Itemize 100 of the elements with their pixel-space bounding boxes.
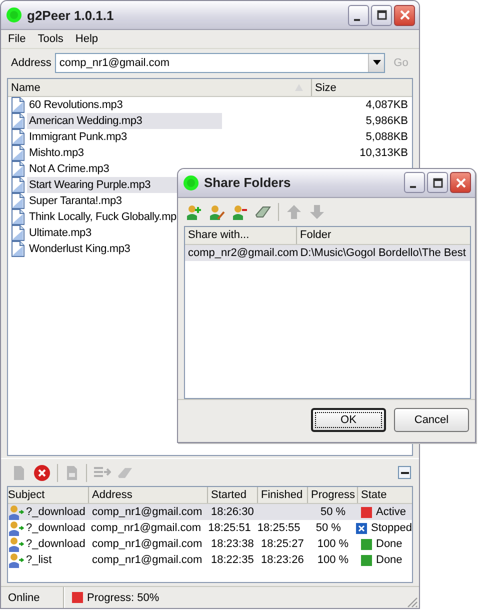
- file-name[interactable]: Immigrant Punk.mp3: [27, 129, 129, 145]
- dropdown-button[interactable]: [368, 54, 384, 72]
- user-arrow-icon: [8, 520, 24, 536]
- close-icon: [400, 10, 410, 20]
- file-icon: [11, 129, 25, 145]
- minimize-button[interactable]: [348, 4, 369, 26]
- user-arrow-icon: [8, 504, 24, 520]
- column-header[interactable]: Share with...: [185, 227, 297, 244]
- table-cell: 50 %: [320, 506, 346, 518]
- table-cell: ?_list: [26, 554, 52, 566]
- table-cell: comp_nr1@gmail.com: [92, 554, 202, 566]
- table-cell: Active: [376, 506, 406, 518]
- column-header[interactable]: Subject: [8, 487, 89, 503]
- minus-icon: [400, 472, 408, 474]
- minimize-button[interactable]: [404, 172, 425, 194]
- maximize-button[interactable]: [427, 172, 448, 194]
- column-header[interactable]: State: [358, 487, 412, 503]
- table-cell: comp_nr1@gmail.com: [90, 522, 202, 534]
- transfer-row[interactable]: ?_download comp_nr1@gmail.com 18:26:30 50 % Active: [8, 504, 412, 520]
- close-icon: [456, 178, 466, 188]
- table-cell: 50 %: [316, 522, 341, 534]
- table-cell: 18:25:51: [208, 522, 251, 534]
- column-header[interactable]: Started: [208, 487, 258, 503]
- file-size: 5,986KB: [366, 115, 409, 127]
- ok-button[interactable]: OK: [311, 408, 386, 432]
- table-cell: 18:25:55: [257, 522, 300, 534]
- file-name[interactable]: Think Locally, Fuck Globally.mp: [27, 209, 178, 225]
- transfer-row[interactable]: ?_download comp_nr1@gmail.com 18:25:51 18:25:55 50 % Stopped: [8, 520, 412, 536]
- table-cell: 18:25:27: [261, 538, 304, 550]
- table-cell: 100 %: [317, 538, 349, 550]
- menu-item[interactable]: Tools: [32, 33, 70, 45]
- file-icon: [11, 209, 25, 225]
- connection-status: Online: [8, 592, 40, 604]
- file-size: 5,088KB: [366, 131, 409, 143]
- column-header[interactable]: Finished: [258, 487, 308, 503]
- file-name[interactable]: Super Taranta!.mp3: [27, 193, 124, 209]
- file-icon: [11, 193, 25, 209]
- edit-user-icon[interactable]: [209, 204, 225, 220]
- remove-user-icon[interactable]: [232, 204, 248, 220]
- eraser-icon[interactable]: [255, 204, 271, 219]
- address-combo[interactable]: comp_nr1@gmail.com: [55, 52, 385, 72]
- menu-item[interactable]: Help: [69, 33, 104, 45]
- table-cell: ?_download: [26, 506, 86, 518]
- file-icon: [11, 241, 25, 257]
- resize-grip-icon[interactable]: [406, 596, 418, 608]
- file-name[interactable]: Mishto.mp3: [27, 145, 86, 161]
- share-row[interactable]: comp_nr2@gmail.com D:\Music\Gogol Bordello\The Best: [185, 245, 470, 262]
- window-title: g2Peer 1.0.1.1: [27, 8, 115, 22]
- maximize-button[interactable]: [371, 4, 392, 26]
- table-cell-text: comp_nr2@gmail.com: [187, 247, 298, 260]
- table-cell: Done: [376, 538, 402, 550]
- table-cell: ?_download: [26, 538, 86, 550]
- file-icon: [11, 225, 25, 241]
- table-cell: 18:23:38: [211, 538, 254, 550]
- caret-icon: [372, 60, 380, 65]
- column-header[interactable]: Name: [8, 79, 312, 96]
- stop-icon[interactable]: [33, 464, 51, 482]
- column-header[interactable]: Folder: [297, 227, 332, 244]
- file-icon: [11, 145, 25, 161]
- file-name[interactable]: Ultimate.mp3: [27, 225, 94, 241]
- user-arrow-icon: [8, 536, 24, 552]
- table-cell: 18:22:35: [211, 554, 254, 566]
- minimize-icon: [410, 186, 416, 188]
- transfer-row[interactable]: ?_download comp_nr1@gmail.com 18:23:38 18:25:27 100 % Done: [8, 536, 412, 552]
- menu-item[interactable]: File: [2, 33, 32, 45]
- file-size: 4,087KB: [366, 99, 409, 111]
- collapse-button[interactable]: [398, 466, 411, 479]
- add-user-icon[interactable]: [186, 204, 202, 220]
- maximize-icon: [376, 10, 386, 20]
- table-cell-text: D:\Music\Gogol Bordello\The Best: [299, 247, 466, 260]
- table-cell: 18:23:26: [261, 554, 304, 566]
- app-logo-icon: [183, 174, 199, 191]
- user-arrow-icon: [8, 552, 24, 568]
- table-cell: ?_download: [26, 522, 86, 534]
- table-cell: 100 %: [317, 554, 349, 566]
- table-cell: Done: [376, 554, 402, 566]
- transfer-row[interactable]: ?_list comp_nr1@gmail.com 18:22:35 18:23:26 100 % Done: [8, 552, 412, 568]
- status-square-icon: [72, 592, 83, 603]
- table-cell: 18:26:30: [211, 506, 254, 518]
- file-icon: [11, 113, 25, 129]
- file-name[interactable]: Not A Crime.mp3: [27, 161, 112, 177]
- file-icon: [11, 161, 25, 177]
- cancel-button[interactable]: Cancel: [394, 408, 469, 432]
- column-header[interactable]: Size: [312, 79, 412, 96]
- column-header[interactable]: Address: [89, 487, 208, 503]
- file-icon: [11, 177, 25, 193]
- file-name[interactable]: 60 Revolutions.mp3: [27, 97, 125, 113]
- table-cell: comp_nr1@gmail.com: [92, 506, 202, 518]
- progress-status: Progress: 50%: [87, 592, 160, 604]
- file-name[interactable]: American Wedding.mp3: [27, 113, 222, 129]
- app-logo-icon: [6, 7, 22, 23]
- column-header[interactable]: Progress: [308, 487, 358, 503]
- close-button[interactable]: [394, 4, 415, 26]
- minimize-icon: [354, 18, 360, 20]
- address-label: Address: [11, 56, 52, 68]
- close-button[interactable]: [450, 172, 471, 194]
- table-cell: Stopped: [371, 522, 412, 534]
- maximize-icon: [432, 178, 442, 188]
- file-name[interactable]: Wonderlust King.mp3: [27, 241, 132, 257]
- file-size: 10,313KB: [360, 147, 409, 159]
